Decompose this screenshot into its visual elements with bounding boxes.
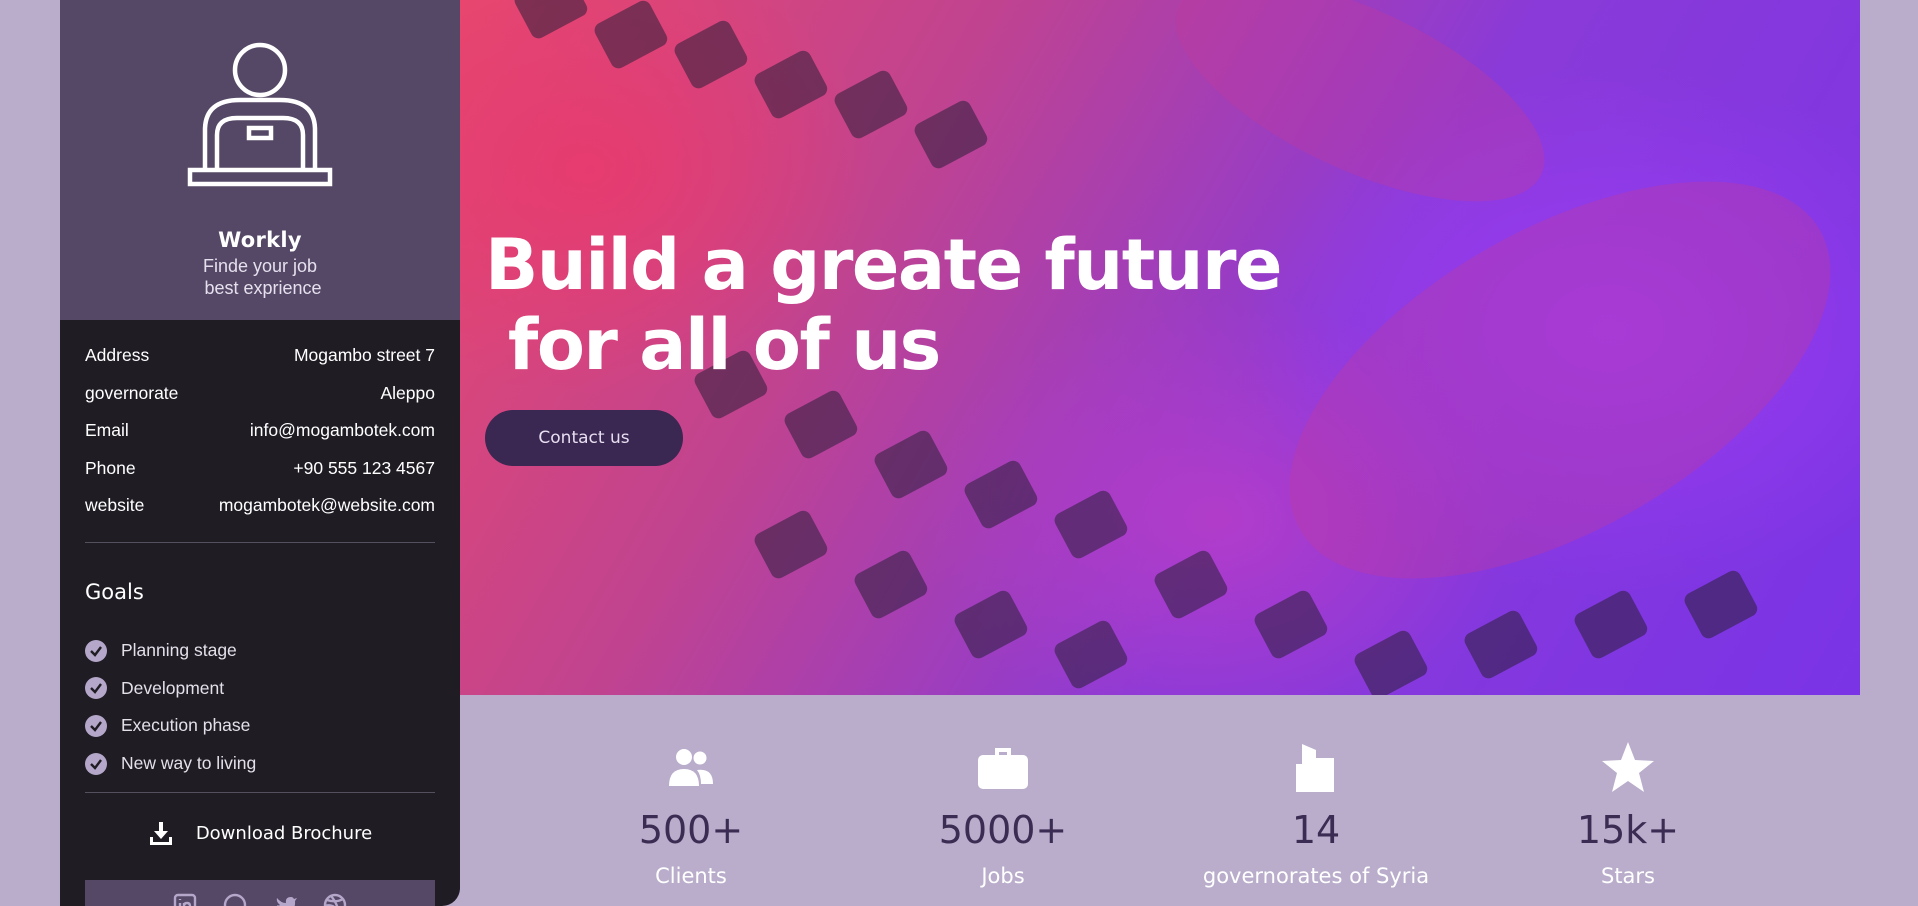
goal-label: New way to living: [121, 753, 257, 774]
stat-jobs: 5000+ Jobs: [853, 740, 1153, 888]
stat-number: 14: [1291, 808, 1341, 852]
goals-list: Planning stage Development Execution pha…: [85, 632, 435, 782]
twitter-icon[interactable]: [272, 892, 298, 906]
stat-label: Stars: [1600, 864, 1655, 888]
goal-item: Planning stage: [85, 632, 435, 670]
info-label: website: [85, 495, 145, 516]
stat-number: 5000+: [938, 808, 1068, 852]
dribbble-icon[interactable]: [322, 892, 348, 906]
stat-number: 15k+: [1576, 808, 1680, 852]
info-value: +90 555 123 4567: [293, 457, 435, 478]
briefcase-icon: [978, 748, 1028, 789]
hero-banner: Build a greate future for all of us Cont…: [460, 0, 1860, 695]
info-value: mogambotek@website.com: [218, 495, 435, 516]
info-label: Address: [85, 345, 150, 365]
info-row-phone: Phone +90 555 123 4567: [85, 458, 435, 496]
stat-label: Jobs: [981, 864, 1025, 888]
divider: [85, 792, 435, 793]
brand-name: Workly: [218, 228, 302, 252]
hero-title: Build a greate future for all of us: [485, 224, 1283, 386]
tagline-line1: Finde your job: [202, 256, 318, 276]
info-label: governorate: [85, 382, 179, 403]
check-circle-icon: [85, 677, 107, 700]
download-brochure-button[interactable]: Download Brochure: [60, 820, 460, 846]
info-row-governorate: governorate Aleppo: [85, 383, 435, 421]
goal-label: Development: [121, 677, 225, 698]
stat-number: 500+: [638, 808, 744, 852]
profile-card: Workly Finde your job best exprience: [60, 0, 460, 320]
download-icon: [149, 822, 172, 845]
star-icon: [1602, 742, 1654, 792]
info-row-email: Email info@mogambotek.com: [85, 420, 435, 458]
goal-label: Planning stage: [121, 640, 237, 661]
check-circle-icon: [85, 639, 107, 662]
building-icon: [1296, 744, 1334, 792]
contact-info: Address Mogambo street 7 governorate Ale…: [85, 345, 435, 533]
users-icon: [669, 749, 713, 786]
check-circle-icon: [85, 752, 107, 775]
stat-label: governorates of Syria: [1202, 864, 1430, 888]
goal-item: New way to living: [85, 745, 435, 783]
goals-heading: Goals: [85, 580, 144, 604]
stat-label: Clients: [655, 864, 727, 888]
info-value: Aleppo: [380, 382, 436, 403]
tagline-line2: best exprience: [204, 278, 322, 298]
info-value: info@mogambotek.com: [249, 420, 435, 441]
info-label: Email: [85, 420, 129, 441]
download-label: Download Brochure: [195, 822, 373, 844]
info-row-website: website mogambotek@website.com: [85, 495, 435, 533]
goal-item: Development: [85, 670, 435, 708]
social-links: [85, 880, 435, 906]
info-row-address: Address Mogambo street 7: [85, 345, 435, 383]
worker-laptop-icon: [187, 42, 333, 187]
stat-clients: 500+ Clients: [541, 740, 841, 888]
goal-item: Execution phase: [85, 707, 435, 745]
linkedin-icon[interactable]: [172, 892, 198, 906]
stat-governorates: 14 governorates of Syria: [1166, 740, 1466, 888]
divider: [85, 542, 435, 543]
profile-sidebar: Workly Finde your job best exprience Add…: [60, 0, 460, 906]
contact-us-button[interactable]: Contact us: [485, 410, 683, 466]
stat-stars: 15k+ Stars: [1478, 740, 1778, 888]
check-circle-icon: [85, 714, 107, 737]
info-value: Mogambo street 7: [293, 345, 435, 365]
goal-label: Execution phase: [121, 715, 251, 736]
info-label: Phone: [85, 457, 136, 478]
github-icon[interactable]: [222, 892, 248, 906]
